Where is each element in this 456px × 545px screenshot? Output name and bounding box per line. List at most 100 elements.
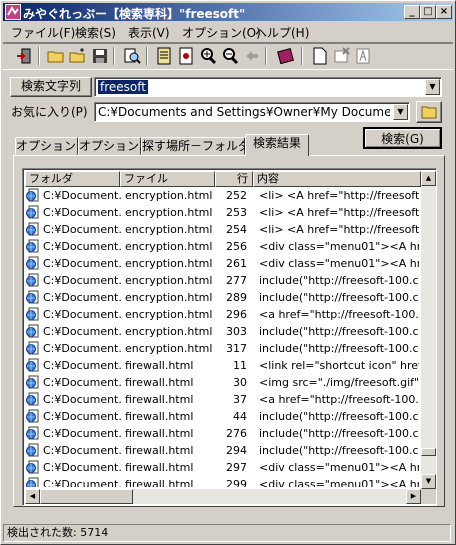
cell-folder: C:¥Document... [43, 223, 123, 236]
maximize-button[interactable]: □ [420, 5, 436, 19]
table-row[interactable]: C:¥Document... encryption.html 253 <li> <A … [25, 204, 420, 221]
tab-option1[interactable]: オプション1 [15, 137, 84, 155]
scroll-left-arrow-icon[interactable]: ◀ [25, 489, 40, 504]
tab-option2[interactable]: オプション2 [78, 137, 147, 155]
html-file-icon [26, 273, 39, 287]
table-row[interactable]: C:¥Document... encryption.html 256 <div cla… [25, 238, 420, 255]
column-header-line[interactable]: 行 [215, 171, 253, 187]
search-execute-button[interactable]: 検索(G) [363, 127, 442, 149]
zoom-in-icon[interactable] [199, 47, 217, 65]
document-icon[interactable] [155, 47, 173, 65]
print-icon[interactable] [177, 47, 195, 65]
cell-file: firewall.html [125, 410, 194, 423]
cell-file: encryption.html [125, 274, 213, 287]
save-icon[interactable] [91, 47, 109, 65]
table-row[interactable]: C:¥Document... firewall.html 11 <link rel="… [25, 357, 420, 374]
folder-icon [421, 106, 437, 119]
search-query-combo[interactable]: freesoft ▼ [94, 77, 442, 97]
menu-file[interactable]: ファイル(F) [11, 24, 75, 41]
open-folder-icon[interactable] [47, 47, 65, 65]
html-file-icon [26, 222, 39, 236]
column-header-file[interactable]: ファイル [120, 171, 215, 187]
search-string-button[interactable]: 検索文字列 [10, 77, 92, 97]
cell-content: <div class="menu01"><A href= [259, 240, 419, 253]
tab-search-location[interactable]: 探す場所－フォルダ [141, 137, 250, 155]
table-row[interactable]: C:¥Document... encryption.html 289 include(… [25, 289, 420, 306]
table-row[interactable]: C:¥Document... encryption.html 296 <a href=… [25, 306, 420, 323]
cell-folder: C:¥Document... [43, 393, 123, 406]
menu-view[interactable]: 表示(V) [128, 24, 170, 41]
html-file-icon [26, 256, 39, 270]
close-button[interactable]: × [436, 5, 452, 19]
toolbar-separator [146, 47, 148, 65]
chevron-down-icon[interactable]: ▼ [425, 79, 440, 95]
cell-content: include("http://freesoft-100.co [259, 291, 419, 304]
tab-search-results[interactable]: 検索結果 [245, 134, 309, 156]
table-row[interactable]: C:¥Document... firewall.html 276 include("h… [25, 425, 420, 442]
table-row[interactable]: C:¥Document... encryption.html 261 <div cla… [25, 255, 420, 272]
scroll-right-arrow-icon[interactable]: ▶ [406, 489, 421, 504]
favorites-path-combo[interactable]: C:¥Documents and Settings¥Owner¥My Docum… [94, 102, 410, 122]
search-query-text[interactable]: freesoft [98, 80, 148, 94]
html-file-icon [26, 460, 39, 474]
scroll-down-arrow-icon[interactable]: ▼ [421, 474, 436, 489]
new-folder-icon[interactable] [69, 47, 87, 65]
back-arrow-icon[interactable] [243, 47, 261, 65]
menu-search[interactable]: 検索(S) [75, 24, 116, 41]
app-icon [5, 4, 21, 20]
table-row[interactable]: C:¥Document... firewall.html 299 <div class… [25, 476, 420, 487]
cell-line: 37 [233, 393, 247, 406]
table-row[interactable]: C:¥Document... firewall.html 37 <a href="ht… [25, 391, 420, 408]
search-icon[interactable] [123, 47, 141, 65]
results-list[interactable]: フォルダ ファイル 行 内容 C:¥Document... encryption.… [22, 168, 437, 506]
table-row[interactable]: C:¥Document... encryption.html 277 include(… [25, 272, 420, 289]
table-row[interactable]: C:¥Document... firewall.html 44 include("ht… [25, 408, 420, 425]
menu-help[interactable]: ヘルプ(H) [255, 24, 309, 41]
horizontal-scroll-thumb[interactable] [40, 489, 133, 504]
table-row[interactable]: C:¥Document... encryption.html 252 <li> <A … [25, 187, 420, 204]
scroll-up-arrow-icon[interactable]: ▲ [421, 171, 436, 186]
title-bar[interactable]: みやぐれっぷー【検索専科】"freesoft" _ □ × [3, 3, 453, 21]
cell-line: 256 [226, 240, 247, 253]
cell-line: 44 [233, 410, 247, 423]
cell-folder: C:¥Document... [43, 308, 123, 321]
table-row[interactable]: C:¥Document... firewall.html 30 <img src=".… [25, 374, 420, 391]
blank-page-icon[interactable] [311, 47, 329, 65]
zoom-out-icon[interactable] [221, 47, 239, 65]
column-header-folder[interactable]: フォルダ [25, 171, 120, 187]
toolbar-separator [38, 47, 40, 65]
cell-file: encryption.html [125, 189, 213, 202]
favorites-path-text: C:¥Documents and Settings¥Owner¥My Docum… [98, 105, 390, 119]
minimize-button[interactable]: _ [404, 5, 420, 19]
table-row[interactable]: C:¥Document... firewall.html 294 include("h… [25, 442, 420, 459]
cell-folder: C:¥Document... [43, 410, 123, 423]
scroll-corner [421, 489, 436, 504]
cell-folder: C:¥Document... [43, 342, 123, 355]
html-file-icon [26, 341, 39, 355]
html-file-icon [26, 477, 39, 487]
browse-folder-button[interactable] [416, 101, 442, 123]
table-row[interactable]: C:¥Document... encryption.html 303 include(… [25, 323, 420, 340]
cell-file: encryption.html [125, 206, 213, 219]
cell-file: firewall.html [125, 444, 194, 457]
book-icon[interactable] [277, 47, 295, 65]
cell-file: firewall.html [125, 359, 194, 372]
vertical-scroll-thumb[interactable] [421, 448, 436, 456]
column-header-content[interactable]: 内容 [253, 171, 421, 187]
cell-file: encryption.html [125, 325, 213, 338]
toolbar-separator [265, 47, 267, 65]
table-row[interactable]: C:¥Document... encryption.html 317 include(… [25, 340, 420, 357]
cell-folder: C:¥Document... [43, 291, 123, 304]
table-row[interactable]: C:¥Document... encryption.html 254 <li> <A … [25, 221, 420, 238]
close-window-icon[interactable] [333, 47, 351, 65]
chevron-down-icon[interactable]: ▼ [393, 104, 408, 120]
vertical-scrollbar[interactable]: ▲ ▼ [421, 171, 436, 489]
cell-file: encryption.html [125, 308, 213, 321]
menu-options[interactable]: オプション(O) [182, 24, 261, 41]
horizontal-scrollbar[interactable]: ◀ ▶ [25, 489, 421, 504]
font-icon[interactable] [355, 47, 373, 65]
exit-icon[interactable] [15, 47, 33, 65]
favorites-label: お気に入り(P) [11, 105, 88, 119]
cell-folder: C:¥Document... [43, 461, 123, 474]
table-row[interactable]: C:¥Document... firewall.html 297 <div class… [25, 459, 420, 476]
